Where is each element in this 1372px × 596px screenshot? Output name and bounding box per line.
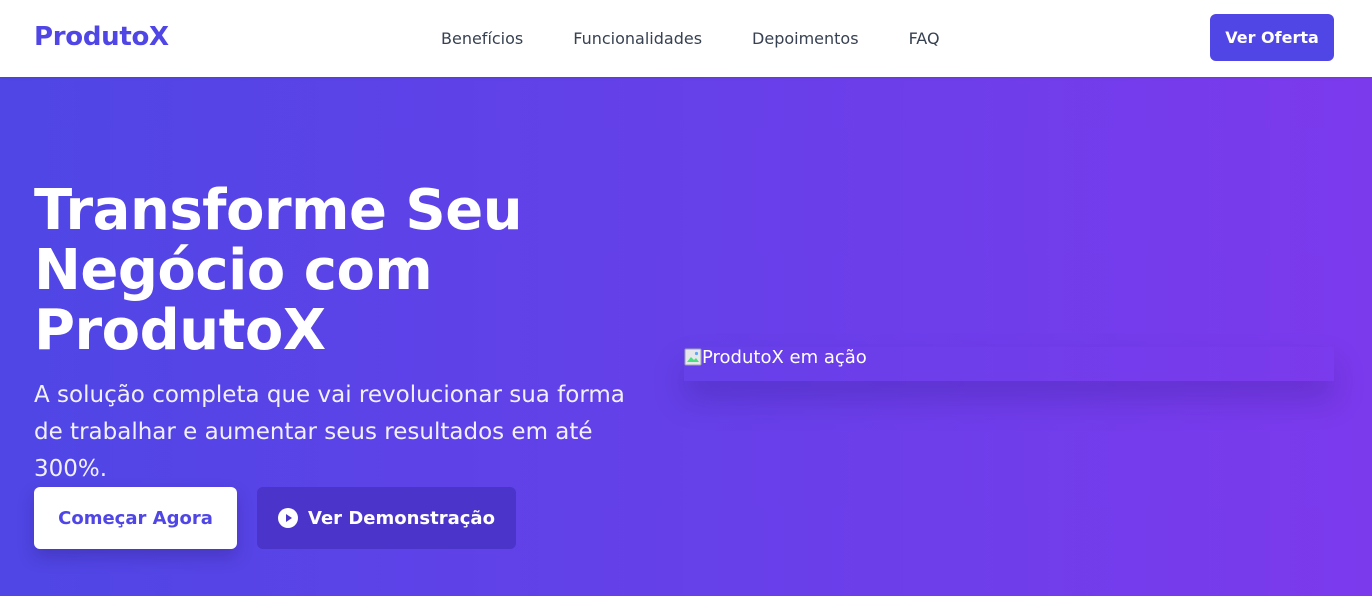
hero-image: ProdutoX em ação xyxy=(684,347,1334,381)
top-navbar: ProdutoX Benefícios Funcionalidades Depo… xyxy=(0,0,1372,77)
nav-link-depoimentos[interactable]: Depoimentos xyxy=(752,29,859,49)
nav-link-beneficios[interactable]: Benefícios xyxy=(441,29,523,49)
ver-demonstracao-label: Ver Demonstração xyxy=(308,507,495,529)
nav-link-funcionalidades[interactable]: Funcionalidades xyxy=(573,29,702,49)
nav-links: Benefícios Funcionalidades Depoimentos F… xyxy=(441,29,990,49)
hero-title: Transforme Seu Negócio com ProdutoX xyxy=(34,178,523,363)
ver-demonstracao-button[interactable]: Ver Demonstração xyxy=(257,487,516,549)
ver-oferta-button[interactable]: Ver Oferta xyxy=(1210,14,1334,61)
hero-subtitle: A solução completa que vai revolucionar … xyxy=(34,382,625,482)
broken-image-icon xyxy=(684,348,702,366)
play-circle-icon xyxy=(278,508,299,528)
comecar-agora-button[interactable]: Começar Agora xyxy=(34,487,237,549)
hero-image-alt-text: ProdutoX em ação xyxy=(702,347,867,368)
nav-link-faq[interactable]: FAQ xyxy=(909,29,940,49)
logo[interactable]: ProdutoX xyxy=(34,22,169,52)
hero-section: Transforme Seu Negócio com ProdutoX A so… xyxy=(0,77,1372,596)
